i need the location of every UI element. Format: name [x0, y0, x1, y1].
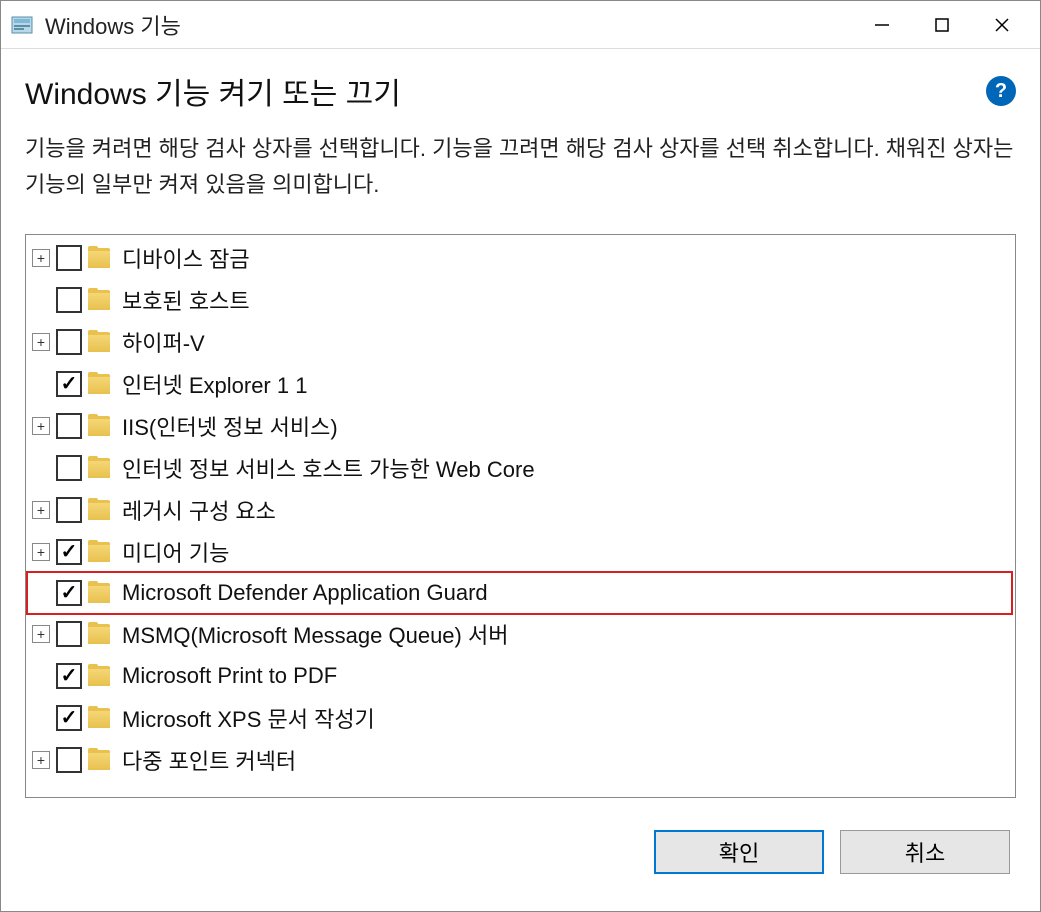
expand-toggle[interactable]: + — [32, 249, 50, 267]
expand-toggle[interactable]: + — [32, 543, 50, 561]
feature-label: Microsoft XPS 문서 작성기 — [122, 702, 375, 734]
minimize-button[interactable] — [852, 5, 912, 45]
page-description: 기능을 켜려면 해당 검사 상자를 선택합니다. 기능을 끄려면 해당 검사 상… — [25, 131, 1016, 204]
folder-icon — [88, 332, 110, 352]
help-icon[interactable]: ? — [986, 76, 1016, 106]
feature-checkbox[interactable] — [56, 705, 82, 731]
feature-row[interactable]: Microsoft Print to PDF — [26, 655, 1015, 697]
folder-icon — [88, 416, 110, 436]
feature-row[interactable]: + 다중 포인트 커넥터 — [26, 739, 1015, 781]
feature-label: 인터넷 Explorer 1 1 — [122, 368, 307, 400]
titlebar: Windows 기능 — [1, 1, 1040, 49]
feature-label: 디바이스 잠금 — [122, 242, 250, 274]
expand-toggle[interactable]: + — [32, 417, 50, 435]
feature-row[interactable]: + MSMQ(Microsoft Message Queue) 서버 — [26, 613, 1015, 655]
app-icon — [9, 12, 35, 38]
feature-checkbox[interactable] — [56, 455, 82, 481]
feature-row[interactable]: + 하이퍼-V — [26, 321, 1015, 363]
feature-checkbox[interactable] — [56, 621, 82, 647]
folder-icon — [88, 666, 110, 686]
close-icon — [993, 16, 1011, 34]
page-heading: Windows 기능 켜기 또는 끄기 — [25, 69, 401, 113]
folder-icon — [88, 374, 110, 394]
expand-toggle[interactable]: + — [32, 625, 50, 643]
expand-toggle[interactable]: + — [32, 751, 50, 769]
feature-row[interactable]: + IIS(인터넷 정보 서비스) — [26, 405, 1015, 447]
feature-row[interactable]: + 디바이스 잠금 — [26, 237, 1015, 279]
close-button[interactable] — [972, 5, 1032, 45]
feature-label: 미디어 기능 — [122, 536, 229, 568]
folder-icon — [88, 290, 110, 310]
maximize-icon — [933, 16, 951, 34]
feature-checkbox[interactable] — [56, 329, 82, 355]
folder-icon — [88, 500, 110, 520]
feature-label: 인터넷 정보 서비스 호스트 가능한 Web Core — [122, 452, 535, 484]
feature-checkbox[interactable] — [56, 663, 82, 689]
expand-toggle[interactable]: + — [32, 501, 50, 519]
feature-label: 레거시 구성 요소 — [122, 494, 276, 526]
feature-row[interactable]: + 미디어 기능 — [26, 531, 1015, 573]
window-title: Windows 기능 — [45, 9, 181, 41]
feature-checkbox[interactable] — [56, 413, 82, 439]
feature-checkbox[interactable] — [56, 287, 82, 313]
feature-checkbox[interactable] — [56, 371, 82, 397]
windows-features-dialog: Windows 기능 Windows 기능 켜기 또는 끄기 ? 기능을 켜려면… — [0, 0, 1041, 912]
dialog-footer: 확인 취소 — [1, 812, 1040, 884]
feature-checkbox[interactable] — [56, 497, 82, 523]
feature-row[interactable]: + 레거시 구성 요소 — [26, 489, 1015, 531]
feature-label: Microsoft Print to PDF — [122, 663, 337, 689]
folder-icon — [88, 542, 110, 562]
folder-icon — [88, 708, 110, 728]
folder-icon — [88, 583, 110, 603]
ok-button[interactable]: 확인 — [654, 830, 824, 874]
feature-row[interactable]: Microsoft Defender Application Guard — [26, 571, 1013, 615]
feature-checkbox[interactable] — [56, 580, 82, 606]
feature-checkbox[interactable] — [56, 245, 82, 271]
feature-row[interactable]: 보호된 호스트 — [26, 279, 1015, 321]
minimize-icon — [873, 16, 891, 34]
feature-row[interactable]: Microsoft XPS 문서 작성기 — [26, 697, 1015, 739]
folder-icon — [88, 458, 110, 478]
folder-icon — [88, 750, 110, 770]
feature-label: MSMQ(Microsoft Message Queue) 서버 — [122, 618, 508, 650]
feature-row[interactable]: 인터넷 Explorer 1 1 — [26, 363, 1015, 405]
folder-icon — [88, 248, 110, 268]
maximize-button[interactable] — [912, 5, 972, 45]
expand-toggle[interactable]: + — [32, 333, 50, 351]
feature-label: 보호된 호스트 — [122, 284, 250, 316]
cancel-button[interactable]: 취소 — [840, 830, 1010, 874]
feature-label: Microsoft Defender Application Guard — [122, 580, 488, 606]
feature-label: 하이퍼-V — [122, 326, 205, 358]
feature-label: 다중 포인트 커넥터 — [122, 744, 296, 776]
feature-checkbox[interactable] — [56, 747, 82, 773]
folder-icon — [88, 624, 110, 644]
features-tree[interactable]: + 디바이스 잠금보호된 호스트 + 하이퍼-V 인터넷 Explorer 1 1 + II… — [25, 234, 1016, 798]
feature-row[interactable]: 인터넷 정보 서비스 호스트 가능한 Web Core — [26, 447, 1015, 489]
feature-label: IIS(인터넷 정보 서비스) — [122, 410, 338, 442]
feature-checkbox[interactable] — [56, 539, 82, 565]
